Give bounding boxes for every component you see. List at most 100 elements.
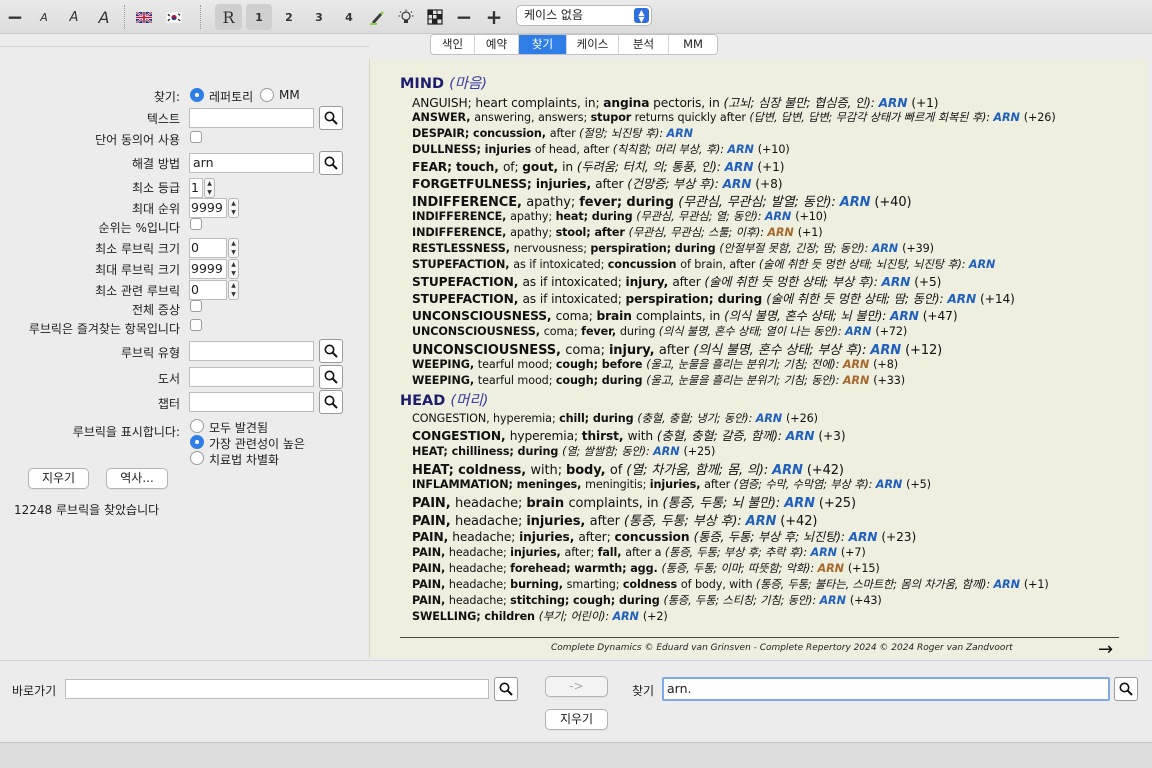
font-medium-button[interactable]: A [62,4,86,30]
rubric-row[interactable]: CONGESTION, hyperemia; chill; during (충혈… [412,410,818,426]
rubric-row[interactable]: STUPEFACTION, as if intoxicated; injury,… [412,272,941,290]
remedy-abbrev[interactable]: ARN [947,292,976,306]
rubric-row[interactable]: INDIFFERENCE, apathy; heat; during (무관심,… [412,208,827,224]
all-symptoms-checkbox[interactable] [190,300,202,312]
rubric-row[interactable]: UNCONSCIOUSNESS, coma; brain complaints,… [412,306,958,324]
bottom-find-search-button[interactable] [1114,677,1138,701]
rubric-row[interactable]: PAIN, headache; brain complaints, in (통증… [412,492,856,511]
show-most-relevant-radio[interactable] [190,435,204,449]
rubric-row[interactable]: WEEPING, tearful mood; cough; before (울고… [412,356,898,372]
chapter-heading-mind[interactable]: MIND (마음) [400,72,487,93]
remedy-abbrev[interactable]: ARN [811,546,837,559]
chapter-heading-head[interactable]: HEAD (머리) [400,389,488,410]
chapter-search-button[interactable] [319,390,343,414]
english-flag-icon[interactable] [134,4,154,30]
level-3-button[interactable]: 3 [307,4,331,30]
rubric-row[interactable]: SWELLING; children (부기; 어린이): ARN (+2) [412,608,668,624]
next-page-arrow-icon[interactable]: → [1098,639,1113,660]
min-grade-stepper[interactable]: ▲ ▼ [204,178,215,198]
tab-index[interactable]: 색인 [431,35,475,54]
min-grade-input[interactable]: 1 [189,178,203,198]
remedy-abbrev[interactable]: ARN [876,478,902,491]
goto-arrow-button[interactable]: -> [545,676,608,697]
goto-input[interactable] [65,679,489,699]
rubric-type-input[interactable] [189,341,314,361]
remedy-abbrev[interactable]: ARN [818,562,844,575]
font-small-button[interactable]: A [33,4,55,30]
max-rubric-size-input[interactable]: 9999 [189,259,227,279]
rubric-row[interactable]: HEAT; chilliness; during (열; 쌀쌀함; 동안): A… [412,443,715,459]
remedy-abbrev[interactable]: ARN [994,578,1020,591]
remedy-input[interactable]: arn [189,153,314,173]
level-2-button[interactable]: 2 [277,4,301,30]
remedy-abbrev[interactable]: ARN [723,177,752,191]
remedy-abbrev[interactable]: ARN [765,210,791,223]
minus-button[interactable]: − [453,4,475,30]
find-repertory-radio[interactable] [190,88,204,102]
max-rank-stepper[interactable]: ▲ ▼ [228,198,239,218]
remedy-abbrev[interactable]: ARN [969,258,995,271]
synonyms-checkbox[interactable] [190,131,202,143]
remedy-abbrev[interactable]: ARN [756,412,782,425]
bottom-find-input[interactable]: arn. [662,677,1110,701]
repertory-r-button[interactable]: R [215,4,242,30]
remedy-abbrev[interactable]: ARN [727,143,753,156]
remedy-abbrev[interactable]: ARN [845,325,871,338]
remedy-abbrev[interactable]: ARN [784,496,815,511]
rank-percent-checkbox[interactable] [190,218,202,230]
tab-mm[interactable]: MM [669,35,717,54]
text-input[interactable] [189,108,314,128]
min-rubric-size-input[interactable]: 0 [189,238,227,258]
remedy-abbrev[interactable]: ARN [612,610,638,623]
korean-flag-icon[interactable] [164,4,184,30]
goto-search-button[interactable] [494,677,518,701]
zoom-out-button[interactable]: − [4,4,26,30]
book-search-button[interactable] [319,365,343,389]
rubric-row[interactable]: INFLAMMATION; meninges, meningitis; inju… [412,476,931,492]
remedy-abbrev[interactable]: ARN [993,111,1019,124]
chapter-input[interactable] [189,392,314,412]
rubric-row[interactable]: PAIN, headache; burning, smarting; coldn… [412,576,1049,592]
remedy-abbrev[interactable]: ARN [843,358,869,371]
min-rubric-size-stepper[interactable]: ▲ ▼ [228,238,239,258]
remedy-search-button[interactable] [319,151,343,175]
bottom-clear-button[interactable]: 지우기 [545,709,608,730]
remedy-abbrev[interactable]: ARN [882,275,911,289]
min-related-input[interactable]: 0 [189,280,227,300]
rubric-row[interactable]: STUPEFACTION, as if intoxicated; perspir… [412,289,1015,307]
rubric-row[interactable]: CONGESTION, hyperemia; thirst, with (충혈,… [412,426,846,444]
remedy-abbrev[interactable]: ARN [849,530,878,544]
min-related-stepper[interactable]: ▲ ▼ [228,280,239,300]
level-4-button[interactable]: 4 [337,4,361,30]
remedy-abbrev[interactable]: ARN [840,195,871,210]
remedy-abbrev[interactable]: ARN [767,226,793,239]
max-rubric-size-stepper[interactable]: ▲ ▼ [228,259,239,279]
max-rank-input[interactable]: 9999 [189,198,227,218]
tab-find[interactable]: 찾기 [519,35,567,54]
text-search-button[interactable] [319,106,343,130]
show-all-found-radio[interactable] [190,419,204,433]
rubric-row[interactable]: PAIN, headache; stitching; cough; during… [412,592,882,608]
rubric-row[interactable]: DULLNESS; injuries of head, after (칙칙함; … [412,141,790,157]
rubric-row[interactable]: UNCONSCIOUSNESS, coma; fever, during (의식… [412,323,907,339]
clear-button[interactable]: 지우기 [28,468,89,489]
show-remedy-diff-radio[interactable] [190,451,204,465]
remedy-abbrev[interactable]: ARN [786,429,815,443]
case-select[interactable]: 케이스 없음 ▲ ▼ [516,5,652,26]
rubric-row[interactable]: DESPAIR; concussion, after (절망; 뇌진탕 후): … [412,125,693,141]
rubric-row[interactable]: ANSWER, answering, answers; stupor retur… [412,109,1056,125]
favorites-checkbox[interactable] [190,319,202,331]
remedy-abbrev[interactable]: ARN [872,242,898,255]
lightbulb-icon[interactable] [395,4,417,30]
remedy-abbrev[interactable]: ARN [667,127,693,140]
rubric-row[interactable]: PAIN, headache; injuries, after; concuss… [412,527,916,545]
rubric-row[interactable]: FEAR; touch, of; gout, in (두려움; 터치, 의; 통… [412,157,784,175]
remedy-abbrev[interactable]: ARN [890,309,919,323]
rubric-row[interactable]: WEEPING, tearful mood; cough; during (울고… [412,372,905,388]
tab-case[interactable]: 케이스 [567,35,619,54]
level-1-button[interactable]: 1 [246,4,272,30]
highlighter-icon[interactable] [366,4,388,30]
tab-analysis[interactable]: 분석 [619,35,669,54]
tab-reservation[interactable]: 예약 [475,35,519,54]
rubric-row[interactable]: PAIN, headache; forehead; warmth; agg. (… [412,560,880,576]
